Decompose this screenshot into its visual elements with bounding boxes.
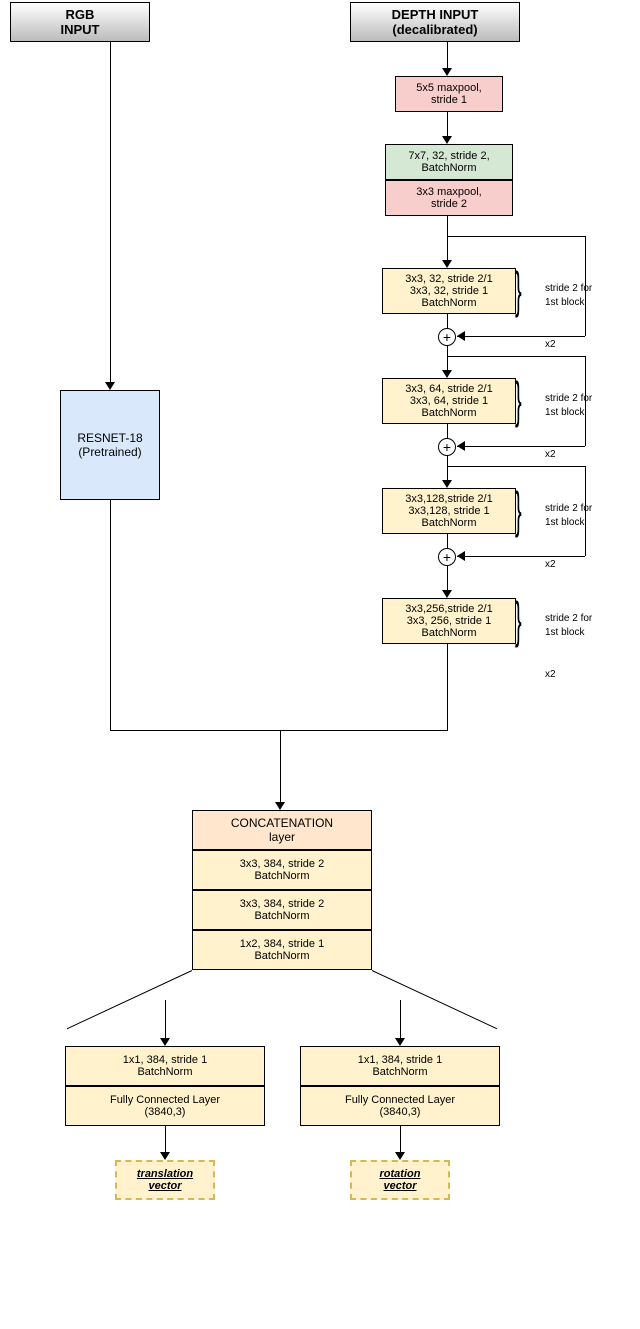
arrow [447, 534, 448, 548]
block1-l1: 3x3, 32, stride 2/1 [405, 273, 492, 285]
arrow-rgb-resnet [110, 42, 111, 384]
block3-l3: BatchNorm [421, 517, 476, 529]
arrow-head [457, 551, 465, 561]
plus-icon: + [438, 328, 456, 346]
arrow [447, 112, 448, 138]
rotation-output: rotation vector [350, 1160, 450, 1200]
arrow [447, 644, 448, 730]
arrow [447, 314, 448, 328]
arrow-head [160, 1038, 170, 1046]
translation-output: translation vector [115, 1160, 215, 1200]
concat-c2: 3x3, 384, stride 2 BatchNorm [192, 890, 372, 930]
left-branch-fc: Fully Connected Layer (3840,3) [65, 1086, 265, 1126]
depth-block1: 3x3, 32, stride 2/1 3x3, 32, stride 1 Ba… [382, 268, 516, 314]
depth-input-header: DEPTH INPUT (decalibrated) [350, 2, 520, 42]
arrow-head [442, 136, 452, 144]
arrow-head [442, 68, 452, 76]
depth-block4: 3x3,256,stride 2/1 3x3, 256, stride 1 Ba… [382, 598, 516, 644]
arrow-head [395, 1152, 405, 1160]
brace-icon: } [515, 265, 522, 315]
depth-pool1: 5x5 maxpool, stride 1 [395, 76, 503, 112]
arrow [110, 500, 111, 730]
block4-l3: BatchNorm [421, 627, 476, 639]
merge-line [110, 730, 448, 731]
block1-l3: BatchNorm [421, 297, 476, 309]
skip-line [447, 356, 585, 357]
skip-line [447, 466, 585, 467]
arrow [447, 456, 448, 482]
right-branch-conv: 1x1, 384, stride 1 BatchNorm [300, 1046, 500, 1086]
left-branch-conv: 1x1, 384, stride 1 BatchNorm [65, 1046, 265, 1086]
depth-block2: 3x3, 64, stride 2/1 3x3, 64, stride 1 Ba… [382, 378, 516, 424]
arrow [447, 346, 448, 372]
arrow-head [160, 1152, 170, 1160]
brace-icon: } [515, 375, 522, 425]
block2-l2: 3x3, 64, stride 1 [410, 395, 488, 407]
arrow-head [442, 590, 452, 598]
block2-note: stride 2 for 1st block x2 [545, 378, 592, 462]
block3-l1: 3x3,128,stride 2/1 [405, 493, 492, 505]
arrow [280, 730, 281, 804]
block2-l1: 3x3, 64, stride 2/1 [405, 383, 492, 395]
arrow [447, 566, 448, 592]
rgb-input-header: RGB INPUT [10, 2, 150, 42]
brace-icon: } [515, 485, 522, 535]
block3-note: stride 2 for 1st block x2 [545, 488, 592, 572]
brace-icon: } [515, 595, 522, 645]
arrow [400, 1126, 401, 1154]
arrow-head [395, 1038, 405, 1046]
arrow-head [442, 480, 452, 488]
depth-conv1: 7x7, 32, stride 2, BatchNorm [385, 144, 513, 180]
arrow [400, 1000, 401, 1040]
arrow-head [442, 260, 452, 268]
arrow [447, 42, 448, 70]
arrow-head [457, 331, 465, 341]
right-branch-fc: Fully Connected Layer (3840,3) [300, 1086, 500, 1126]
block1-note: stride 2 for 1st block x2 [545, 268, 592, 352]
block3-l2: 3x3,128, stride 1 [408, 505, 489, 517]
concat-header: CONCATENATION layer [192, 810, 372, 850]
skip-line [447, 236, 585, 237]
arrow-head [275, 802, 285, 810]
plus-icon: + [438, 548, 456, 566]
depth-pool2: 3x3 maxpool, stride 2 [385, 180, 513, 216]
depth-block3: 3x3,128,stride 2/1 3x3,128, stride 1 Bat… [382, 488, 516, 534]
block4-note: stride 2 for 1st block x2 [545, 598, 592, 682]
arrow [447, 424, 448, 438]
block4-l2: 3x3, 256, stride 1 [407, 615, 491, 627]
block4-l1: 3x3,256,stride 2/1 [405, 603, 492, 615]
arrow-head [442, 370, 452, 378]
arrow-head [457, 441, 465, 451]
arrow [165, 1000, 166, 1040]
plus-icon: + [438, 438, 456, 456]
arrow [447, 216, 448, 262]
arrow-head [105, 382, 115, 390]
arrow [165, 1126, 166, 1154]
block1-l2: 3x3, 32, stride 1 [410, 285, 488, 297]
block2-l3: BatchNorm [421, 407, 476, 419]
resnet-box: RESNET-18 (Pretrained) [60, 390, 160, 500]
diag-line [372, 970, 497, 1029]
diag-line [67, 970, 192, 1029]
concat-c3: 1x2, 384, stride 1 BatchNorm [192, 930, 372, 970]
concat-c1: 3x3, 384, stride 2 BatchNorm [192, 850, 372, 890]
